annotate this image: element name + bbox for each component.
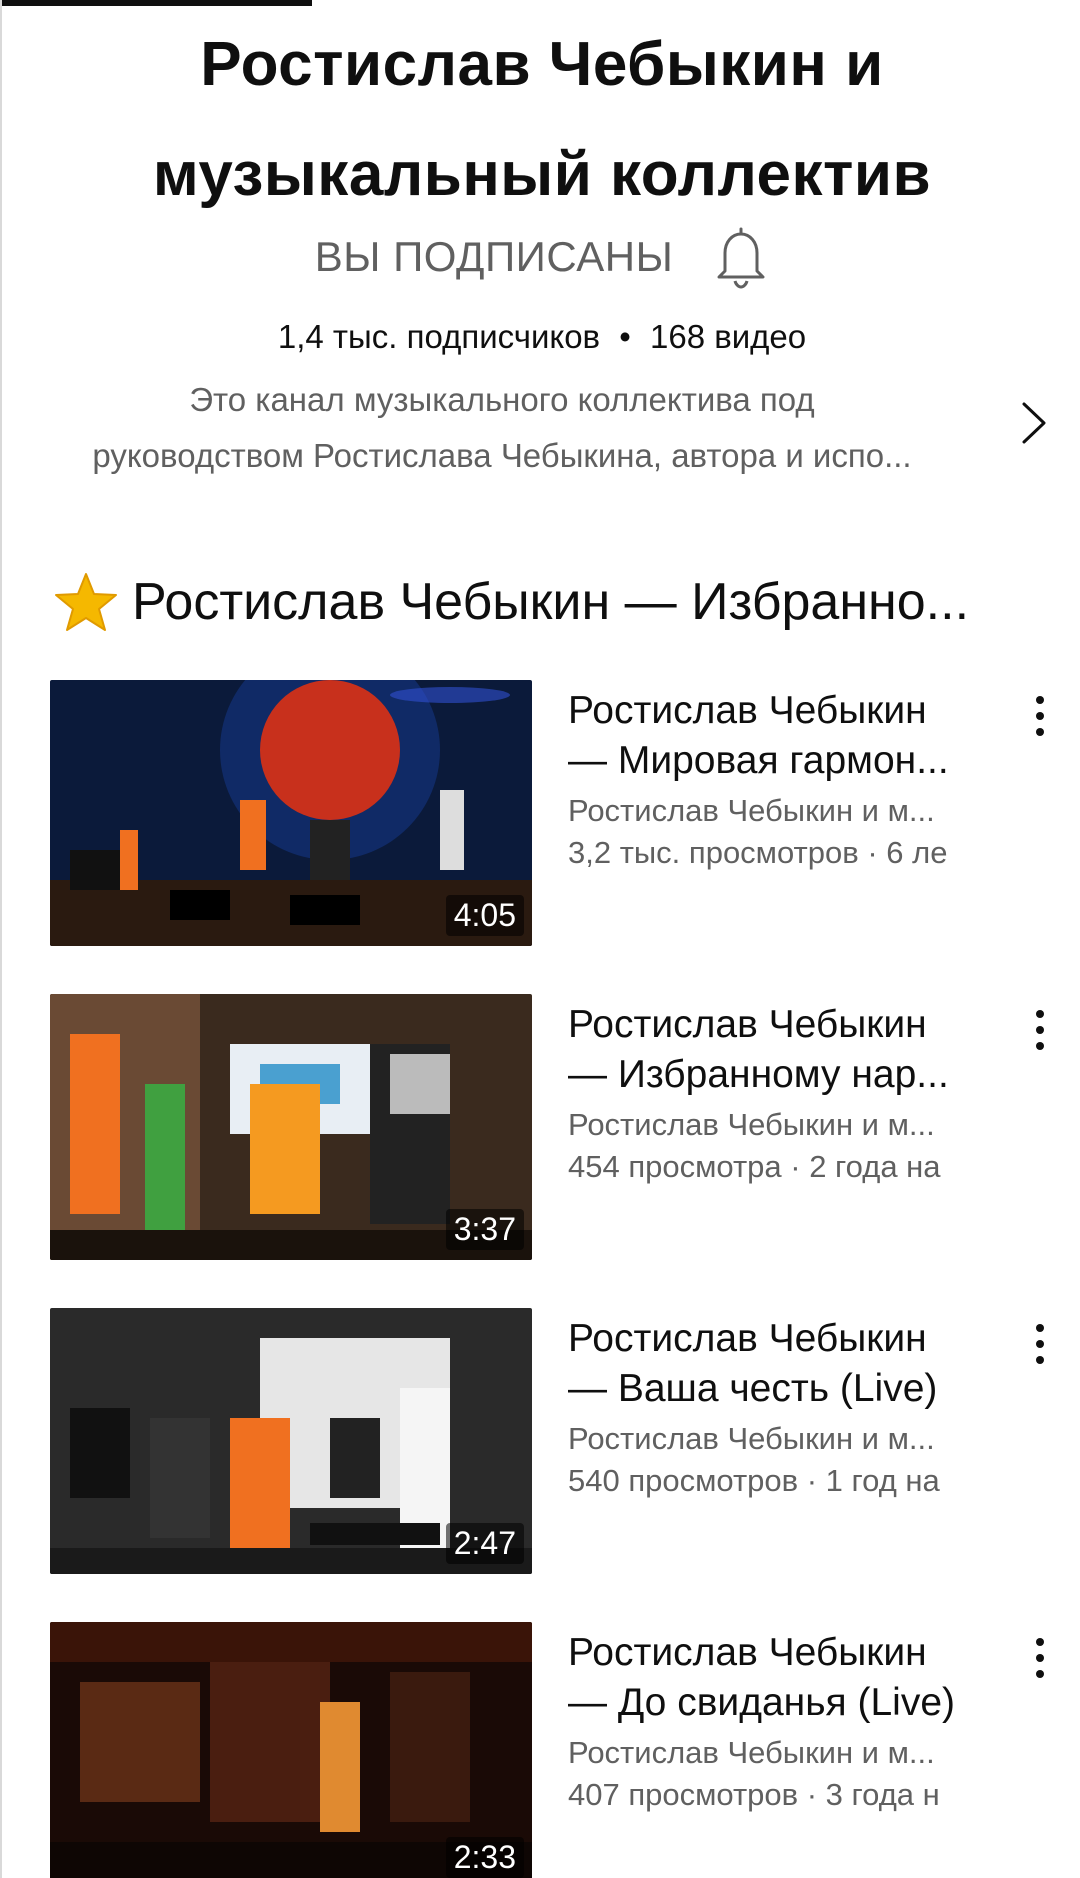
- more-vertical-icon[interactable]: [1020, 690, 1060, 746]
- video-item[interactable]: 2:47 Ростислав Чебыкин — Ваша честь (Liv…: [50, 1308, 1060, 1574]
- video-title-line: — Мировая гармон...: [568, 739, 949, 782]
- video-thumbnail[interactable]: 3:37: [50, 994, 532, 1260]
- video-title-line: — Избранному нар...: [568, 1053, 949, 1096]
- channel-stats: 1,4 тыс. подписчиков • 168 видео: [2, 318, 1080, 356]
- video-item[interactable]: 4:05 Ростислав Чебыкин — Мировая гармон.…: [50, 680, 1060, 946]
- channel-page: Ростислав Чебыкин и музыкальный коллекти…: [0, 0, 1080, 1878]
- video-meta: Ростислав Чебыкин — Избранному нар... Ро…: [568, 1000, 1008, 1188]
- video-thumbnail[interactable]: 2:47: [50, 1308, 532, 1574]
- video-stats: 454 просмотра · 2 года на: [568, 1149, 941, 1184]
- subscribed-button[interactable]: ВЫ ПОДПИСАНЫ: [315, 233, 674, 281]
- video-title[interactable]: Ростислав Чебыкин — Избранному нар...: [568, 1000, 1008, 1100]
- video-title-line: Ростислав Чебыкин: [568, 689, 927, 732]
- more-vertical-icon[interactable]: [1020, 1632, 1060, 1688]
- video-meta: Ростислав Чебыкин — До свиданья (Live) Р…: [568, 1628, 1008, 1816]
- video-meta: Ростислав Чебыкин — Ваша честь (Live) Ро…: [568, 1314, 1008, 1502]
- separator-dot: •: [619, 318, 631, 355]
- channel-name-line: Ростислав Чебыкин и: [200, 30, 884, 99]
- description-line: руководством Ростислава Чебыкина, автора…: [92, 437, 912, 474]
- chevron-right-icon[interactable]: [1018, 398, 1050, 448]
- video-thumbnail[interactable]: 2:33: [50, 1622, 532, 1878]
- channel-name-line: музыкальный коллектив: [152, 140, 932, 209]
- more-vertical-icon[interactable]: [1020, 1004, 1060, 1060]
- subscribe-row: ВЫ ПОДПИСАНЫ: [2, 222, 1080, 292]
- star-icon: [55, 573, 117, 631]
- video-title-line: Ростислав Чебыкин: [568, 1317, 927, 1360]
- video-duration: 4:05: [445, 895, 524, 936]
- description-line: Это канал музыкального коллектива под: [189, 381, 815, 418]
- video-title-line: — Ваша честь (Live): [568, 1367, 938, 1410]
- video-title[interactable]: Ростислав Чебыкин — До свиданья (Live): [568, 1628, 1008, 1728]
- section-header[interactable]: Ростислав Чебыкин — Избранно...: [54, 562, 1054, 642]
- video-stats: 407 просмотров · 3 года н: [568, 1777, 940, 1812]
- video-count: 168 видео: [649, 318, 807, 355]
- video-title[interactable]: Ростислав Чебыкин — Мировая гармон...: [568, 686, 1008, 786]
- video-channel: Ростислав Чебыкин и м...: [568, 1421, 935, 1456]
- channel-description[interactable]: Это канал музыкального коллектива под ру…: [42, 372, 962, 484]
- video-title-line: — До свиданья (Live): [568, 1681, 955, 1724]
- video-item[interactable]: 3:37 Ростислав Чебыкин — Избранному нар.…: [50, 994, 1060, 1260]
- video-duration: 3:37: [445, 1209, 524, 1250]
- video-duration: 2:47: [445, 1523, 524, 1564]
- video-stats: 540 просмотров · 1 год на: [568, 1463, 940, 1498]
- bell-icon[interactable]: [713, 225, 769, 289]
- video-meta: Ростислав Чебыкин — Мировая гармон... Ро…: [568, 686, 1008, 874]
- more-vertical-icon[interactable]: [1020, 1318, 1060, 1374]
- video-title-line: Ростислав Чебыкин: [568, 1003, 927, 1046]
- video-title-line: Ростислав Чебыкин: [568, 1631, 927, 1674]
- video-channel: Ростислав Чебыкин и м...: [568, 793, 935, 828]
- video-item[interactable]: 2:33 Ростислав Чебыкин — До свиданья (Li…: [50, 1622, 1060, 1878]
- video-stats: 3,2 тыс. просмотров · 6 ле: [568, 835, 948, 870]
- channel-name: Ростислав Чебыкин и музыкальный коллекти…: [2, 10, 1080, 230]
- section-title: Ростислав Чебыкин — Избранно...: [132, 573, 970, 631]
- video-duration: 2:33: [445, 1837, 524, 1878]
- video-thumbnail[interactable]: 4:05: [50, 680, 532, 946]
- video-channel: Ростислав Чебыкин и м...: [568, 1107, 935, 1142]
- tab-indicator: [2, 0, 312, 6]
- video-channel: Ростислав Чебыкин и м...: [568, 1735, 935, 1770]
- video-title[interactable]: Ростислав Чебыкин — Ваша честь (Live): [568, 1314, 1008, 1414]
- subscriber-count: 1,4 тыс. подписчиков: [277, 318, 601, 355]
